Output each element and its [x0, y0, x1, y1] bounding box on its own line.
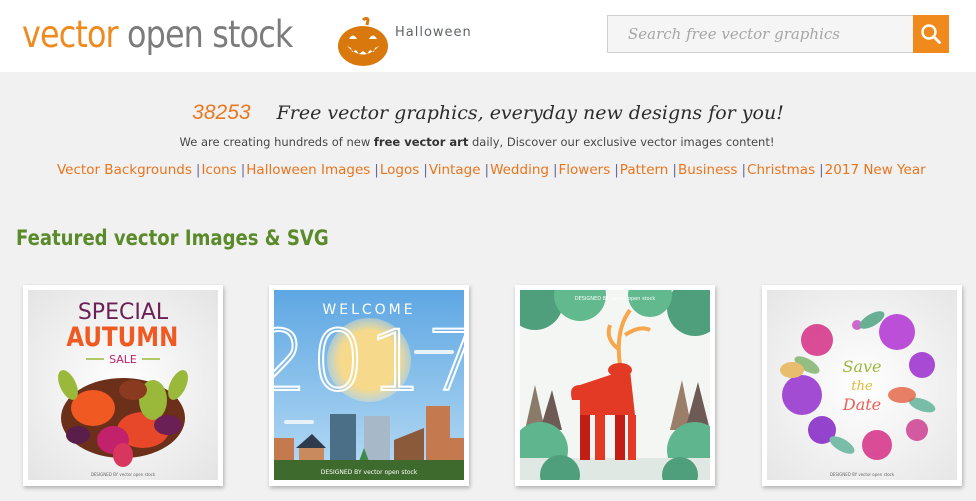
subline-text-1: We are creating hundreds of new: [179, 135, 374, 149]
featured-image: Save the Date DESIGNED BY vector open st…: [767, 290, 957, 480]
category-link[interactable]: 2017 New Year: [825, 162, 926, 178]
category-separator: |: [484, 162, 490, 178]
featured-image: WELCOME 2017 DESIGNED BY vector open sto…: [274, 290, 464, 480]
featured-card-autumn-sale[interactable]: SPECIAL AUTUMN SALE DESIGNED BY vector o…: [23, 285, 223, 486]
autumn-line2: AUTUMN: [66, 321, 178, 352]
featured-card-save-the-date[interactable]: Save the Date DESIGNED BY vector open st…: [762, 285, 962, 486]
category-separator: |: [552, 162, 558, 178]
category-link[interactable]: Pattern: [620, 162, 669, 178]
category-link[interactable]: Vintage: [429, 162, 481, 178]
category-link[interactable]: Halloween Images: [246, 162, 370, 178]
search-input[interactable]: [608, 16, 913, 52]
site-logo[interactable]: vector open stock: [22, 12, 293, 58]
year-text: 2017: [274, 312, 464, 410]
category-separator: |: [374, 162, 379, 178]
category-separator: |: [819, 162, 824, 178]
category-link[interactable]: Christmas: [747, 162, 815, 178]
category-link[interactable]: Wedding: [490, 162, 549, 178]
subline-bold: free vector art: [373, 135, 469, 149]
featured-card-welcome-2017[interactable]: WELCOME 2017 DESIGNED BY vector open sto…: [269, 285, 469, 486]
logo-open-stock: open stock: [117, 13, 293, 56]
category-separator: |: [672, 162, 677, 178]
pumpkin-icon[interactable]: [337, 17, 389, 67]
category-link[interactable]: Flowers: [559, 162, 611, 178]
autumn-line3: SALE: [109, 353, 137, 366]
category-links: Vector Backgrounds |Icons |Halloween Image…: [57, 162, 926, 178]
featured-heading: Featured vector Images & SVG: [16, 226, 329, 250]
featured-image: SPECIAL AUTUMN SALE DESIGNED BY vector o…: [28, 290, 218, 480]
category-link[interactable]: Business: [678, 162, 738, 178]
image-credit: DESIGNED BY vector open stock: [575, 296, 656, 302]
featured-image: DESIGNED BY vector open stock: [520, 290, 710, 480]
image-credit: DESIGNED BY vector open stock: [830, 472, 895, 477]
hero-slogan: Free vector graphics, everyday new desig…: [276, 102, 784, 124]
logo-vector: vector: [22, 13, 119, 56]
category-separator: |: [741, 162, 747, 178]
save-text: Save: [842, 357, 881, 376]
site-header: vector open stock Halloween: [0, 0, 976, 72]
category-link[interactable]: Vector Backgrounds: [57, 162, 192, 178]
category-separator: |: [195, 162, 201, 178]
category-separator: |: [614, 162, 619, 178]
search-box: [607, 15, 914, 53]
graphics-count: 38253: [192, 101, 251, 124]
subline-text-2: daily, Discover our exclusive vector ima…: [468, 135, 775, 149]
category-link[interactable]: Icons: [201, 162, 236, 178]
halloween-link[interactable]: Halloween: [395, 25, 472, 40]
image-credit: DESIGNED BY vector open stock: [91, 472, 156, 477]
search-icon: [921, 24, 941, 44]
search-button[interactable]: [913, 15, 949, 53]
date-text: Date: [842, 395, 881, 414]
featured-card-reindeer[interactable]: DESIGNED BY vector open stock: [515, 285, 715, 486]
category-separator: |: [423, 162, 428, 178]
category-link[interactable]: Logos: [380, 162, 419, 178]
hero-tagline: 38253 Free vector graphics, everyday new …: [0, 101, 976, 125]
hero-subline: We are creating hundreds of new free vec…: [0, 135, 954, 149]
image-credit: DESIGNED BY vector open stock: [321, 469, 418, 476]
the-text: the: [851, 379, 873, 394]
category-separator: |: [240, 162, 246, 178]
